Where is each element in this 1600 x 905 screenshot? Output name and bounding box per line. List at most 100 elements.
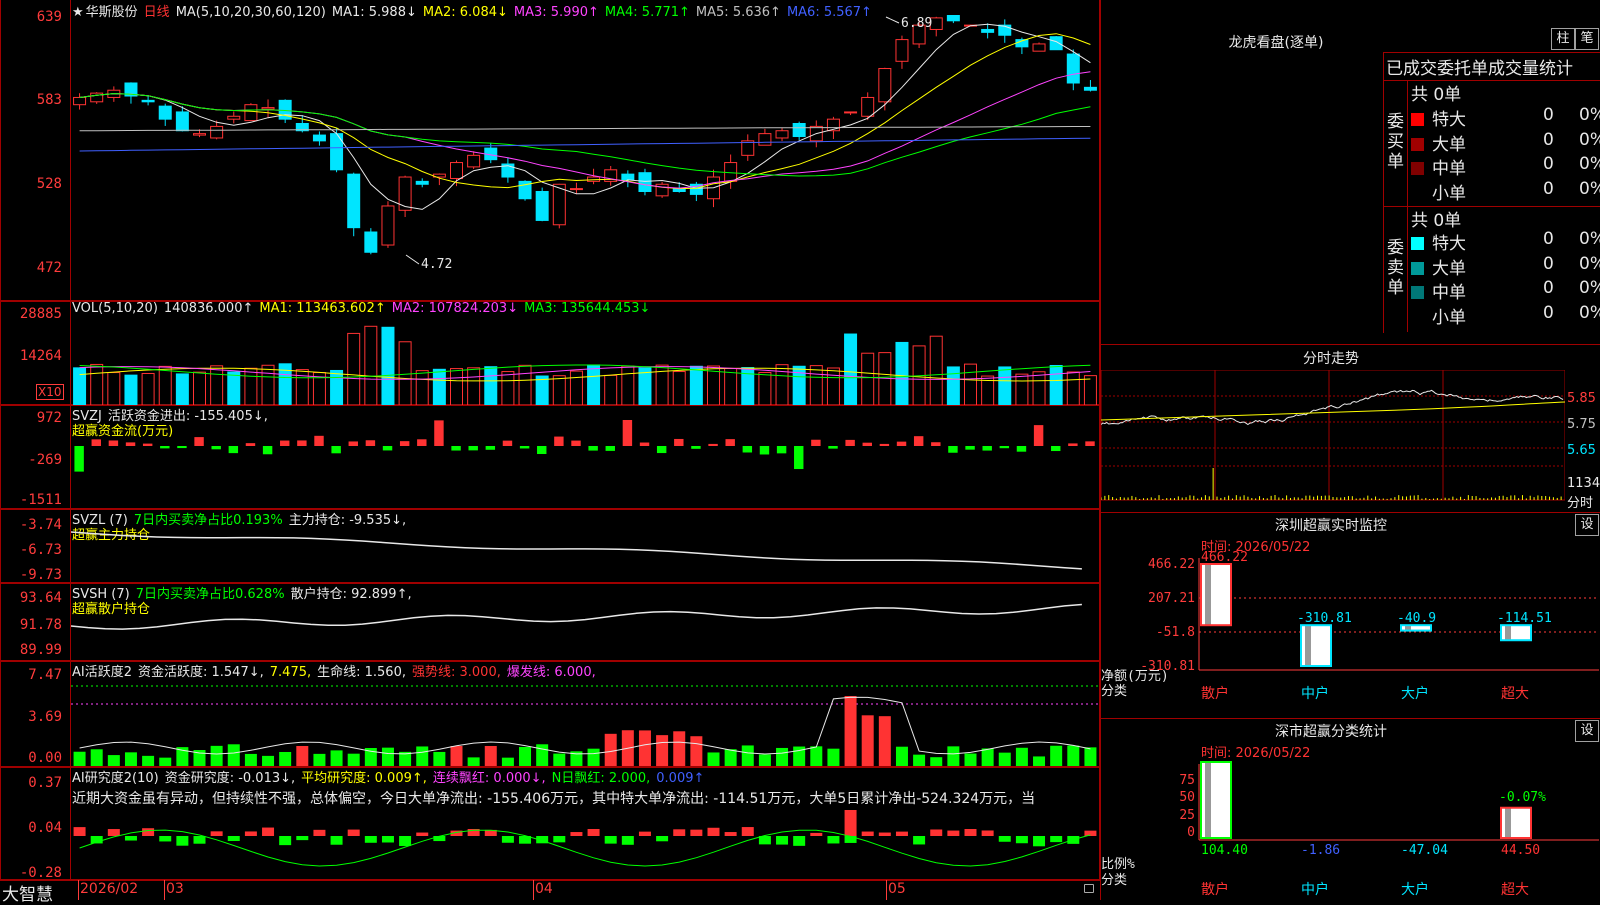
fenshi-frame	[1101, 370, 1565, 501]
ai2-bar	[124, 836, 137, 841]
ai2-bar	[793, 836, 806, 846]
ai2-bar	[1050, 836, 1063, 843]
ai2-bar	[587, 829, 600, 836]
order-percent: 0%	[1579, 178, 1600, 199]
volume-bar	[364, 325, 378, 405]
svzj-bar	[365, 440, 376, 446]
svzj-bar	[91, 439, 101, 446]
ai1-bar	[1033, 756, 1046, 766]
svzj-bar	[776, 446, 787, 454]
svzj-bar	[280, 440, 290, 446]
x-axis-tick	[164, 880, 165, 900]
sell-total: 共 0单	[1411, 211, 1462, 231]
svzj-bar	[725, 439, 735, 446]
buy-total: 共 0单	[1411, 85, 1462, 105]
monitor-bar-shade	[1505, 625, 1511, 641]
svzj-chart[interactable]	[71, 420, 1099, 508]
x-axis-tick	[886, 880, 887, 900]
candle-body	[450, 162, 463, 179]
lock-icon[interactable]	[1084, 884, 1094, 893]
monitor-chart[interactable]: 466.22207.21-51.8-310.81466.22散户-310.81中…	[1101, 550, 1600, 718]
volume-bar	[158, 365, 172, 405]
ai1-bar	[536, 744, 549, 766]
order-count: 0	[1543, 154, 1554, 174]
order-row: 中单 0 0%	[1411, 154, 1600, 179]
svzj-bar	[931, 442, 941, 446]
vol-label: VOL(5,10,20)	[72, 301, 158, 316]
ai2-bar	[381, 836, 394, 843]
order-percent: 0%	[1579, 253, 1600, 274]
fenshi-axis-label: 5.75	[1567, 417, 1596, 432]
sell-side-label: 委卖单	[1387, 238, 1404, 298]
svzj-bar	[571, 440, 581, 446]
ai2-chart[interactable]	[71, 808, 1099, 880]
order-count: 0	[1543, 178, 1554, 199]
ai1-bar	[827, 748, 840, 766]
svzj-bar	[262, 446, 273, 455]
volume-chart[interactable]	[71, 316, 1099, 405]
x-axis-label: 05	[888, 881, 906, 897]
ai2-bar	[244, 831, 257, 836]
volume-bar	[672, 371, 686, 405]
volume-bar	[295, 369, 309, 405]
ai1-chart[interactable]	[71, 676, 1099, 766]
classify-settings-button[interactable]: 设	[1575, 720, 1599, 742]
svsh-chart[interactable]	[71, 598, 1099, 660]
volume-axis-label: 28885	[19, 306, 62, 322]
monitor-title: 深圳超赢实时监控	[1275, 518, 1387, 534]
tick-view-button[interactable]: 笔	[1575, 28, 1599, 50]
order-label: 特大	[1432, 110, 1466, 130]
monitor-axis-label: 466.22	[1148, 557, 1195, 572]
svzj-bar	[451, 446, 461, 451]
volume-bar	[330, 369, 344, 405]
ai2-bar	[844, 810, 857, 836]
classify-bar-value: 44.50	[1501, 843, 1540, 858]
volume-bar	[946, 366, 960, 405]
volume-bar	[861, 352, 875, 405]
svsh-axis-label: 89.99	[19, 642, 62, 658]
candle-body	[792, 123, 806, 138]
order-color-swatch	[1411, 237, 1424, 250]
volume-bar	[724, 367, 738, 405]
candle-body	[861, 96, 875, 117]
volume-axis-label: 14264	[19, 348, 62, 364]
monitor-settings-button[interactable]: 设	[1575, 514, 1599, 536]
volume-bar	[1066, 371, 1080, 405]
svzj-bar	[245, 443, 256, 446]
monitor-axis-label: -51.8	[1156, 625, 1195, 640]
svzj-bar	[828, 446, 838, 449]
chart-area[interactable]: 639 583 528 472 ★ 华斯股份 日线 MA(5,10,20,30,60,…	[0, 0, 1100, 905]
ai1-bar	[553, 753, 566, 766]
column-view-button[interactable]: 柱	[1551, 28, 1575, 50]
svzj-bar	[211, 446, 221, 450]
classify-bar-shade	[1505, 807, 1511, 838]
fenshi-chart[interactable]	[1101, 370, 1565, 510]
price-axis-label: 639	[36, 9, 62, 25]
candle-body	[724, 162, 738, 182]
ai1-bar	[724, 749, 737, 766]
order-percent: 0%	[1579, 302, 1600, 323]
candlestick-chart[interactable]: 6.89 4.72	[71, 15, 1099, 300]
ai2-bar	[279, 836, 292, 846]
svzj-bar	[314, 435, 324, 446]
monitor-bar-shade	[1205, 564, 1211, 626]
ai1-bar	[981, 748, 994, 766]
svzj-bar	[502, 440, 513, 446]
candle-body	[381, 205, 395, 246]
classify-chart[interactable]: 75 50 25 0 104.40 散户 -1.86 中户 -47.04 大户 44.50 超大 -0.…	[1101, 756, 1600, 900]
volume-bar	[964, 363, 977, 405]
ai1-bar	[90, 749, 103, 766]
ai1-bar	[296, 746, 309, 766]
volume-bar	[227, 371, 241, 405]
order-color-swatch	[1411, 286, 1424, 299]
ai2-bar	[330, 836, 343, 845]
svzj-bar	[125, 442, 136, 446]
ai2-bar	[433, 836, 446, 842]
candle-body	[981, 28, 995, 33]
volume-bar	[895, 341, 909, 405]
price-axis-label: 472	[36, 260, 62, 276]
svzl-chart[interactable]	[71, 524, 1099, 582]
volume-bar	[484, 366, 498, 405]
longhu-divider	[1407, 80, 1408, 332]
classify-category: 大户	[1401, 881, 1429, 898]
